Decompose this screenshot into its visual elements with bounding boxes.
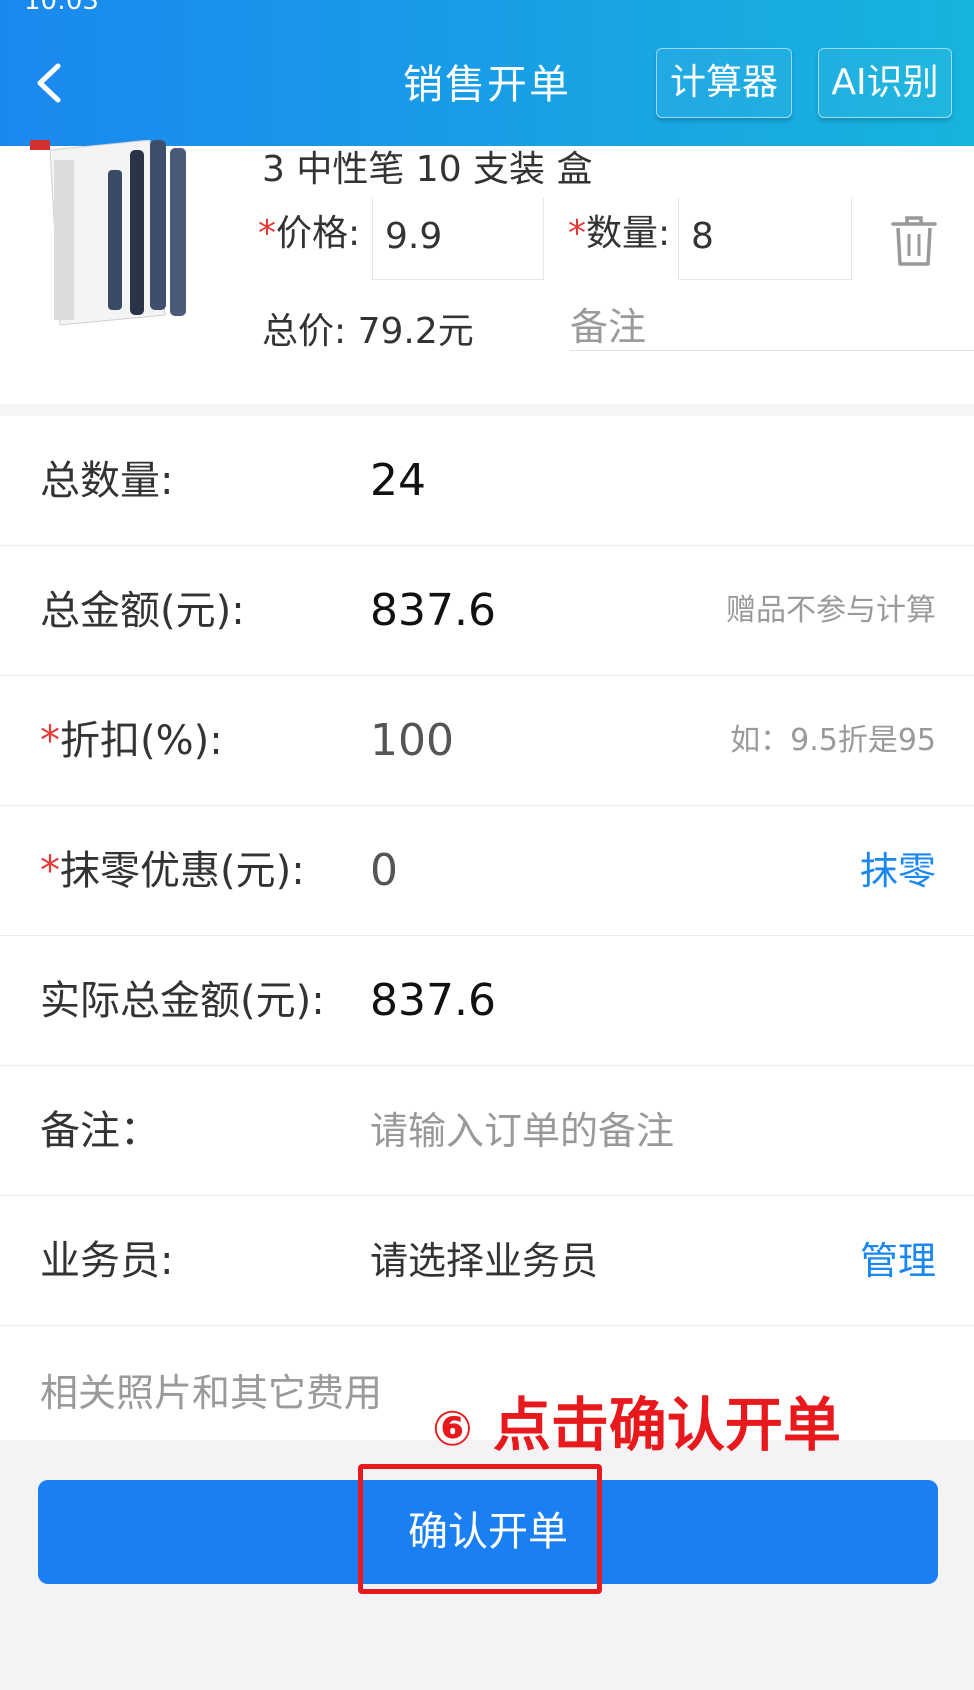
discount-row: *折扣(%): 100 如：9.5折是95 — [0, 676, 974, 806]
discount-hint: 如：9.5折是95 — [730, 723, 936, 758]
actual-amount-row: 实际总金额(元): 837.6 — [0, 936, 974, 1066]
price-input[interactable]: 9.9 — [372, 198, 544, 280]
rounding-label: *抹零优惠(元): — [40, 848, 305, 894]
product-total-price: 总价: 79.2元 — [262, 311, 474, 352]
manage-link[interactable]: 管理 — [860, 1196, 936, 1326]
calculator-button[interactable]: 计算器 — [656, 48, 792, 118]
total-quantity-value: 24 — [370, 455, 426, 506]
total-amount-label: 总金额(元): — [40, 588, 245, 634]
total-amount-row: 总金额(元): 837.6 赠品不参与计算 — [0, 546, 974, 676]
required-mark: * — [568, 213, 586, 254]
actual-amount-label: 实际总金额(元): — [40, 978, 325, 1024]
total-quantity-label: 总数量: — [40, 458, 174, 504]
total-quantity-row: 总数量: 24 — [0, 416, 974, 546]
annotation-highlight-box — [358, 1464, 602, 1594]
discount-label: *折扣(%): — [40, 718, 223, 764]
product-item: 3 中性笔 10 支装 盒 *价格: 9.9 *数量: 8 总价: 79.2元 … — [0, 136, 974, 404]
price-label: *价格: — [258, 213, 361, 254]
salesman-select[interactable]: 请选择业务员 — [370, 1196, 598, 1326]
discount-input[interactable]: 100 — [370, 676, 454, 806]
ai-recognize-button[interactable]: AI识别 — [818, 48, 952, 118]
order-remark-input[interactable]: 请输入订单的备注 — [370, 1066, 674, 1196]
quantity-label: *数量: — [568, 213, 671, 254]
quantity-input[interactable]: 8 — [678, 198, 852, 280]
tutorial-annotation: ⑥ 点击确认开单 — [432, 1378, 841, 1462]
gift-hint: 赠品不参与计算 — [726, 593, 936, 628]
trash-icon — [891, 216, 937, 266]
rounding-row: *抹零优惠(元): 0 抹零 — [0, 806, 974, 936]
photos-section-label: 相关照片和其它费用 — [40, 1371, 383, 1415]
step-number: ⑥ — [432, 1401, 473, 1457]
order-remark-row: 备注： 请输入订单的备注 — [0, 1066, 974, 1196]
app-header: 10:03 销售开单 计算器 AI识别 — [0, 0, 974, 146]
delete-button[interactable] — [890, 214, 938, 268]
product-image — [30, 136, 220, 330]
section-divider — [0, 404, 974, 416]
order-remark-label: 备注： — [40, 1108, 160, 1154]
rounding-input[interactable]: 0 — [370, 806, 398, 936]
product-name: 3 中性笔 10 支装 盒 — [262, 149, 593, 190]
salesman-row: 业务员: 请选择业务员 管理 — [0, 1196, 974, 1326]
remark-underline — [570, 350, 974, 351]
rounding-link[interactable]: 抹零 — [860, 806, 936, 936]
actual-amount-value: 837.6 — [370, 975, 496, 1026]
product-remark-input[interactable]: 备注 — [570, 296, 646, 351]
salesman-label: 业务员: — [40, 1238, 174, 1284]
status-bar-time: 10:03 — [24, 0, 99, 16]
annotation-text: 点击确认开单 — [492, 1391, 841, 1459]
total-amount-value: 837.6 — [370, 585, 496, 636]
required-mark: * — [258, 213, 276, 254]
